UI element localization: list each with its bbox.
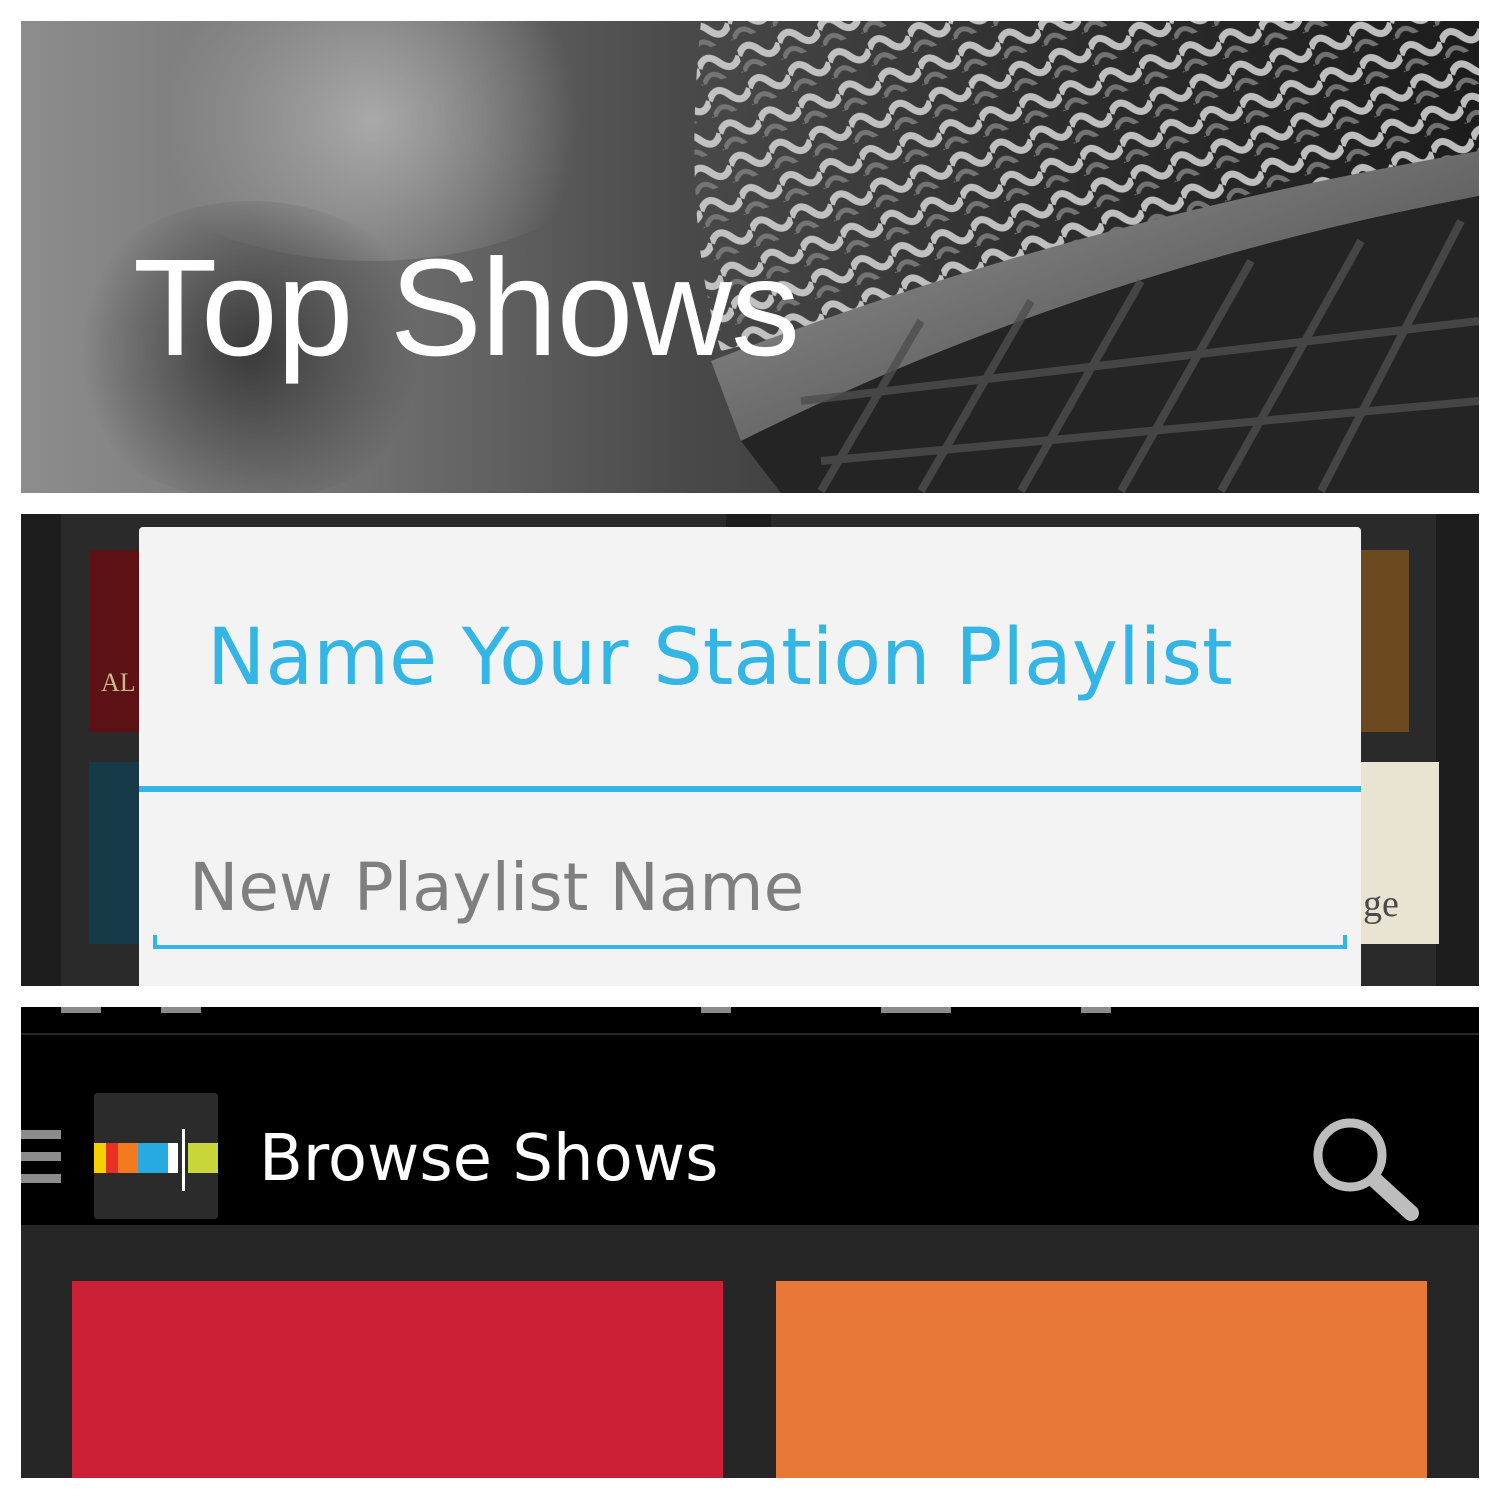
signal-icon bbox=[881, 1007, 951, 1013]
top-shows-banner[interactable]: Top Shows bbox=[21, 21, 1479, 493]
banner-title: Top Shows bbox=[133, 231, 800, 385]
search-icon[interactable] bbox=[1306, 1113, 1426, 1223]
category-tile[interactable] bbox=[776, 1281, 1427, 1478]
browse-shows-screen: Browse Shows bbox=[21, 1007, 1479, 1478]
name-playlist-dialog: Name Your Station Playlist bbox=[139, 527, 1361, 986]
category-tile[interactable] bbox=[72, 1281, 723, 1478]
category-grid bbox=[21, 1225, 1479, 1478]
notification-icon bbox=[161, 1007, 201, 1013]
dialog-divider bbox=[139, 786, 1361, 792]
alarm-icon bbox=[701, 1007, 731, 1013]
show-thumbnail[interactable]: ge bbox=[1361, 762, 1439, 944]
show-thumbnail[interactable] bbox=[1361, 550, 1409, 732]
playlist-name-input[interactable] bbox=[153, 827, 1347, 947]
appbar-title: Browse Shows bbox=[259, 1122, 719, 1196]
dialog-title: Name Your Station Playlist bbox=[207, 613, 1233, 703]
app-bar: Browse Shows bbox=[21, 1035, 1479, 1225]
status-bar bbox=[21, 1007, 1479, 1033]
menu-icon[interactable] bbox=[21, 1130, 61, 1190]
input-underline bbox=[153, 935, 1347, 949]
notification-icon bbox=[61, 1007, 101, 1013]
battery-icon bbox=[1081, 1007, 1111, 1013]
name-playlist-dialog-screen: AL ge Name Your Station Playlist bbox=[21, 514, 1479, 986]
app-logo-icon[interactable] bbox=[94, 1093, 218, 1219]
